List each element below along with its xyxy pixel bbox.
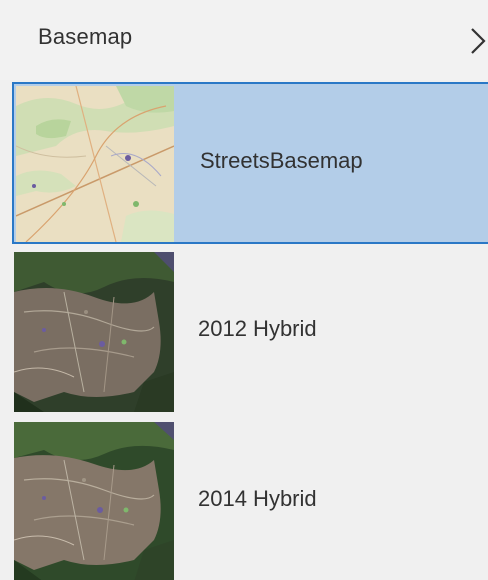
basemap-item-label: 2012 Hybrid <box>198 316 317 341</box>
basemap-item-2014-hybrid[interactable]: 2014 Hybrid <box>12 422 488 580</box>
panel-title: Basemap <box>38 24 133 49</box>
panel-header: Basemap <box>0 0 488 80</box>
basemap-item-label: StreetsBasemap <box>200 148 363 173</box>
street-map-thumbnail <box>16 86 174 242</box>
aerial-hybrid-thumbnail <box>14 422 174 580</box>
basemap-panel: Basemap StreetsBasemap 2012 Hybrid 2014 … <box>0 0 488 580</box>
aerial-hybrid-thumbnail <box>14 252 174 412</box>
chevron-right-icon[interactable] <box>468 26 488 56</box>
basemap-item-streets[interactable]: StreetsBasemap <box>12 82 488 244</box>
basemap-item-2012-hybrid[interactable]: 2012 Hybrid <box>12 252 488 414</box>
basemap-item-label: 2014 Hybrid <box>198 486 317 511</box>
